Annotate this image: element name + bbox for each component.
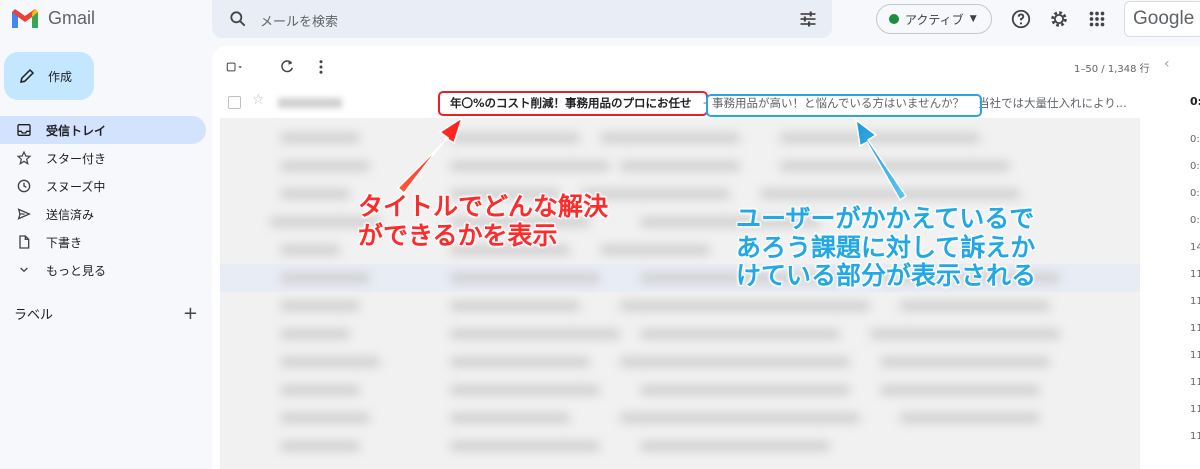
status-label: アクティブ [905, 12, 964, 27]
row-time: 0: [1190, 188, 1200, 199]
star-icon [16, 150, 32, 165]
row-time: 14 [1190, 242, 1200, 253]
annotation-line: あろう課題に対して訴えか [736, 232, 1036, 262]
annotation-line: ユーザーがかかえているで [736, 204, 1035, 233]
mail-toolbar: 1–50 / 1,348 行 ‹ [212, 46, 1200, 88]
snippet-highlight-box [706, 94, 982, 117]
refresh-icon[interactable] [278, 58, 296, 76]
row-time: 0: [1190, 161, 1200, 172]
sidebar-item-drafts[interactable]: 下書き [0, 228, 206, 256]
pencil-icon [20, 68, 35, 83]
add-label-button[interactable]: + [183, 303, 198, 324]
prev-page-button[interactable]: ‹ [1164, 56, 1170, 72]
caret-down-icon: ▼ [969, 14, 977, 24]
row-time: 11 [1190, 296, 1200, 307]
status-selector[interactable]: アクティブ ▼ [876, 4, 992, 34]
gmail-m-icon [12, 9, 38, 28]
send-icon [17, 208, 31, 220]
row-time: 11 [1190, 350, 1200, 361]
search-icon[interactable] [228, 9, 248, 29]
sidebar-item-snoozed[interactable]: スヌーズ中 [0, 172, 206, 200]
clock-icon [17, 179, 31, 193]
sidebar-item-label: スヌーズ中 [46, 179, 106, 194]
sidebar-item-label: 送信済み [46, 207, 95, 222]
email-snippet-rest: 当社では大量仕入れにより... [978, 96, 1127, 110]
row-time: 11 [1190, 269, 1200, 280]
help-icon[interactable] [1010, 8, 1032, 30]
row-checkbox[interactable] [228, 96, 241, 109]
gmail-logo[interactable]: Gmail [10, 6, 95, 30]
google-account-badge[interactable]: Google [1124, 1, 1200, 37]
sidebar-item-label: 受信トレイ [46, 123, 107, 138]
annotation-subject: タイトルでどんな解決 ができるかを表示 [358, 192, 609, 250]
filter-options-icon[interactable] [798, 9, 818, 29]
row-time: 0: [1190, 134, 1200, 145]
row-time: 11 [1190, 377, 1200, 388]
inbox-icon [17, 124, 31, 136]
select-all-checkbox[interactable] [226, 58, 244, 76]
draft-icon [19, 235, 30, 249]
app-name: Gmail [48, 7, 96, 28]
star-icon[interactable]: ☆ [252, 92, 265, 108]
sidebar-item-label: 下書き [46, 235, 83, 250]
sidebar-item-more[interactable]: もっと見る [0, 256, 206, 284]
compose-button[interactable]: 作成 [4, 52, 94, 100]
search-bar[interactable]: メールを検索 [212, 0, 832, 38]
search-input[interactable]: メールを検索 [260, 11, 338, 30]
sidebar-nav: 受信トレイ スター付き スヌーズ中 送信済み 下書き もっと見る [0, 116, 206, 284]
status-dot [889, 14, 899, 24]
email-time: 0: [1190, 95, 1200, 108]
annotation-line: けている部分が表示される [736, 261, 1037, 290]
compose-label: 作成 [48, 69, 73, 84]
blurred-email-list [220, 118, 1140, 469]
mail-list-panel: 1–50 / 1,348 行 ‹ ☆ 年〇%のコスト削減！事務用品のプロにお任せ… [212, 46, 1200, 469]
chevron-down-icon [20, 267, 28, 273]
sidebar-item-starred[interactable]: スター付き [0, 144, 206, 172]
labels-section: ラベル + [14, 303, 198, 324]
sidebar-item-label: スター付き [46, 151, 107, 166]
gear-icon[interactable] [1048, 8, 1070, 30]
sidebar-item-sent[interactable]: 送信済み [0, 200, 206, 228]
sender-name-blurred [278, 98, 342, 108]
annotation-snippet: ユーザーがかかえているで あろう課題に対して訴えか けている部分が表示される [736, 204, 1037, 291]
labels-heading: ラベル [14, 308, 54, 323]
row-time: 11 [1190, 323, 1200, 334]
row-time: 0: [1190, 215, 1200, 226]
annotation-line: ができるかを表示 [358, 220, 558, 250]
more-vert-icon[interactable] [312, 58, 330, 76]
subject-highlight-box [438, 91, 708, 116]
row-time: 11 [1190, 431, 1200, 442]
annotation-line: タイトルでどんな解決 [358, 192, 609, 221]
sidebar-item-label: もっと見る [46, 263, 107, 278]
top-bar: Gmail メールを検索 アクティブ ▼ Google [0, 0, 1200, 40]
row-time: 11 [1190, 404, 1200, 415]
pagination-count: 1–50 / 1,348 行 [1074, 64, 1150, 75]
sidebar-item-inbox[interactable]: 受信トレイ [0, 116, 206, 144]
apps-grid-icon[interactable] [1086, 8, 1108, 30]
